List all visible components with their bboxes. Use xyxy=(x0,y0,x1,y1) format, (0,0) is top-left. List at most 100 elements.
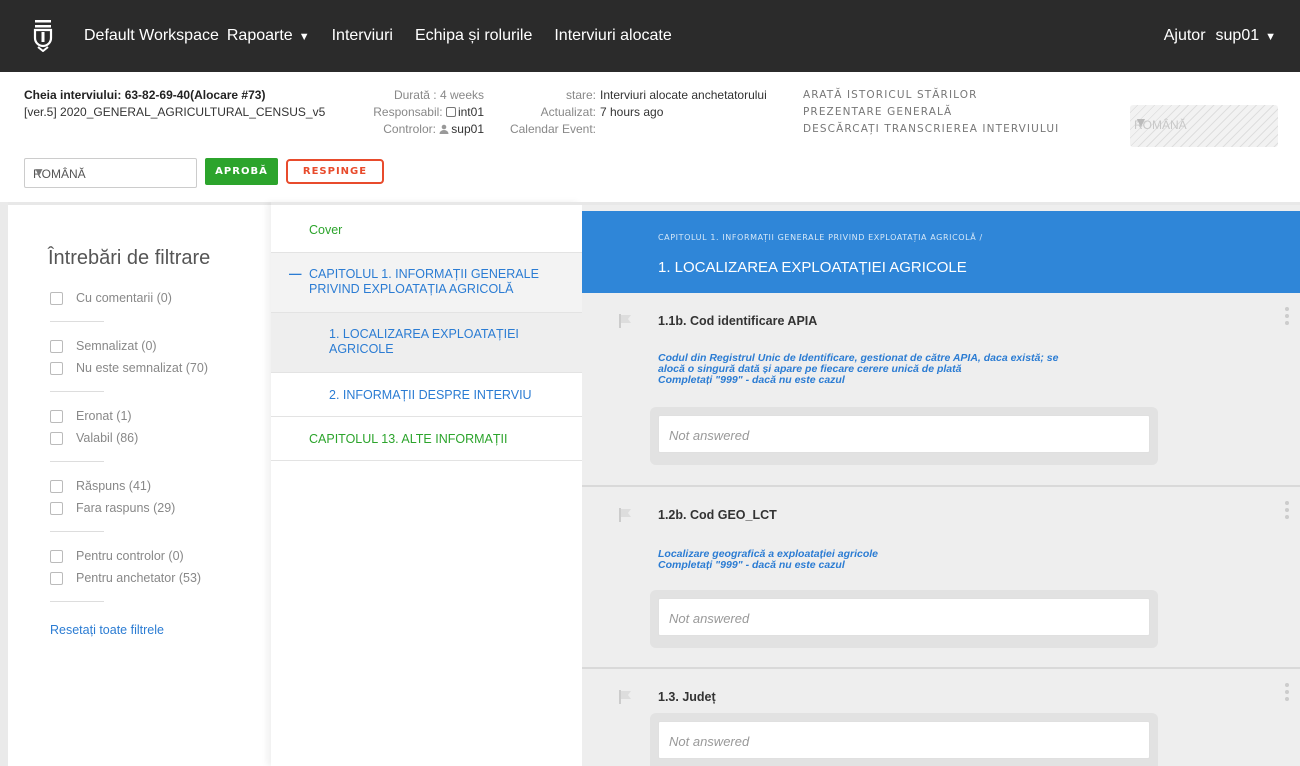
panel-edge xyxy=(0,202,8,766)
section-interview-info[interactable]: 2. INFORMAȚII DESPRE INTERVIU xyxy=(271,373,582,417)
checkbox[interactable] xyxy=(50,361,63,375)
main-nav: Default Workspace Rapoarte ▼ Interviuri E… xyxy=(84,0,694,72)
filter-for-supervisor[interactable]: Pentru controlor (0) xyxy=(50,549,184,563)
tablet-icon xyxy=(445,107,456,117)
filter-not-answered[interactable]: Fara raspuns (29) xyxy=(50,501,175,515)
filter-title: Întrebări de filtrare xyxy=(48,247,211,269)
nav-reports-label: Rapoarte xyxy=(226,27,293,44)
question-card: 1.3. Județ Not answered xyxy=(582,669,1300,766)
status-labels: stare: Actualizat: Calendar Event: xyxy=(490,87,596,138)
person-icon xyxy=(439,124,449,134)
filter-label: Fara raspuns (29) xyxy=(76,501,176,515)
flag-icon[interactable] xyxy=(618,507,634,523)
filter-divider xyxy=(50,601,104,602)
approve-button[interactable]: APROBĂ xyxy=(205,158,278,185)
responsible-label: Responsabil: xyxy=(373,105,443,119)
filter-valid[interactable]: Valabil (86) xyxy=(50,431,138,445)
status-label: stare: xyxy=(565,88,596,102)
question-title: 1.3. Județ xyxy=(658,690,716,704)
nav-assigned-interviews[interactable]: Interviuri alocate xyxy=(554,27,671,45)
reset-filters-link[interactable]: Resetați toate filtrele xyxy=(50,623,164,637)
filter-panel: Întrebări de filtrare Cu comentarii (0) … xyxy=(0,202,271,766)
top-navbar: Default Workspace Rapoarte ▼ Interviuri E… xyxy=(0,0,1300,72)
section-localizare[interactable]: 1. LOCALIZAREA EXPLOATAȚIEI AGRICOLE xyxy=(271,313,582,373)
header-links: ARATĂ ISTORICUL STĂRILOR PREZENTARE GENE… xyxy=(803,87,1059,138)
question-area: CAPITOLUL 1. INFORMAȚII GENERALE PRIVIND… xyxy=(582,202,1300,766)
flag-icon[interactable] xyxy=(618,313,634,329)
answer-field[interactable]: Not answered xyxy=(658,415,1150,453)
section-label: Cover xyxy=(309,223,343,237)
filter-divider xyxy=(50,391,104,392)
filter-label: Semnalizat (0) xyxy=(76,339,157,353)
interview-key-value: 63-82-69-40(Alocare #73) xyxy=(124,88,266,102)
section-navigation: Cover — CAPITOLUL 1. INFORMAȚII GENERALE… xyxy=(271,202,582,766)
updated-label: Actualizat: xyxy=(540,105,596,119)
flag-icon[interactable] xyxy=(618,689,634,705)
filter-divider xyxy=(50,461,104,462)
answer-field[interactable]: Not answered xyxy=(658,598,1150,636)
controller-label: Controlor: xyxy=(383,122,436,136)
user-name: sup01 xyxy=(1215,27,1260,44)
status-value: Interviuri alocate anchetatorului xyxy=(600,88,767,102)
filter-for-interviewer[interactable]: Pentru anchetator (53) xyxy=(50,571,201,585)
collapse-dash-icon[interactable]: — xyxy=(289,267,302,282)
filter-label: Pentru anchetator (53) xyxy=(76,571,202,585)
more-options-icon[interactable] xyxy=(1285,683,1289,704)
nav-workspace[interactable]: Default Workspace xyxy=(84,27,219,45)
filter-not-flagged[interactable]: Nu este semnalizat (70) xyxy=(50,361,208,375)
caret-down-icon: ▼ xyxy=(1265,31,1276,43)
user-menu-dropdown[interactable]: sup01 ▼ xyxy=(1216,27,1276,45)
filter-with-comments[interactable]: Cu comentarii (0) xyxy=(50,291,172,305)
nav-team-roles[interactable]: Echipa și rolurile xyxy=(415,27,532,45)
section-cover[interactable]: Cover xyxy=(271,205,582,253)
breadcrumb[interactable]: CAPITOLUL 1. INFORMAȚII GENERALE PRIVIND… xyxy=(658,233,983,242)
filter-divider xyxy=(50,321,104,322)
checkbox[interactable] xyxy=(50,431,63,445)
updated-value: 7 hours ago xyxy=(600,105,664,119)
more-options-icon[interactable] xyxy=(1285,307,1289,328)
nav-help[interactable]: Ajutor xyxy=(1164,27,1206,45)
language-select-disabled: ROMÂNĂ ▼ xyxy=(1130,105,1278,147)
section-label: 2. INFORMAȚII DESPRE INTERVIU xyxy=(329,388,532,402)
language-select[interactable]: ROMÂNĂ ▼ xyxy=(24,158,197,188)
filter-label: Eronat (1) xyxy=(76,409,132,423)
meta-block: Durată : 4 weeks Responsabil: int01 Cont… xyxy=(340,87,484,138)
checkbox[interactable] xyxy=(50,339,63,353)
duration-value: 4 weeks xyxy=(439,88,484,102)
checkbox[interactable] xyxy=(50,549,63,563)
show-status-history-link[interactable]: ARATĂ ISTORICUL STĂRILOR xyxy=(803,87,1059,104)
question-instruction: Codul din Registrul Unic de Identificare… xyxy=(658,352,1059,386)
checkbox[interactable] xyxy=(50,291,63,305)
dropdown-arrow-icon: ▼ xyxy=(33,165,45,179)
nav-interviews[interactable]: Interviuri xyxy=(332,27,393,45)
app-logo-icon[interactable] xyxy=(32,20,54,52)
filter-invalid[interactable]: Eronat (1) xyxy=(50,409,132,423)
filter-flagged[interactable]: Semnalizat (0) xyxy=(50,339,157,353)
nav-reports-dropdown[interactable]: Rapoarte ▼ xyxy=(227,27,310,45)
answer-container: Not answered xyxy=(650,713,1158,766)
filter-answered[interactable]: Răspuns (41) xyxy=(50,479,151,493)
filter-divider xyxy=(50,531,104,532)
overview-link[interactable]: PREZENTARE GENERALĂ xyxy=(803,104,1059,121)
checkbox[interactable] xyxy=(50,571,63,585)
section-header: CAPITOLUL 1. INFORMAȚII GENERALE PRIVIND… xyxy=(582,211,1300,293)
question-title: 1.2b. Cod GEO_LCT xyxy=(658,508,777,522)
reject-button[interactable]: RESPINGE xyxy=(286,159,384,184)
filter-label: Cu comentarii (0) xyxy=(76,291,172,305)
checkbox[interactable] xyxy=(50,409,63,423)
answer-field[interactable]: Not answered xyxy=(658,721,1150,759)
section-chapter-13[interactable]: CAPITOLUL 13. ALTE INFORMAȚII xyxy=(271,417,582,461)
download-transcript-link[interactable]: DESCĂRCAȚI TRANSCRIEREA INTERVIULUI xyxy=(803,121,1059,138)
checkbox[interactable] xyxy=(50,479,63,493)
checkbox[interactable] xyxy=(50,501,63,515)
caret-down-icon: ▼ xyxy=(298,31,310,43)
filter-label: Pentru controlor (0) xyxy=(76,549,184,563)
section-label: 1. LOCALIZAREA EXPLOATAȚIEI AGRICOLE xyxy=(329,327,519,356)
controller-value[interactable]: sup01 xyxy=(451,122,484,136)
calendar-label: Calendar Event: xyxy=(509,122,596,136)
responsible-value[interactable]: int01 xyxy=(458,105,484,119)
status-values: Interviuri alocate anchetatorului 7 hour… xyxy=(600,87,767,121)
section-label: CAPITOLUL 13. ALTE INFORMAȚII xyxy=(309,432,508,446)
more-options-icon[interactable] xyxy=(1285,501,1289,522)
section-chapter-1[interactable]: — CAPITOLUL 1. INFORMAȚII GENERALE PRIVI… xyxy=(271,253,582,313)
